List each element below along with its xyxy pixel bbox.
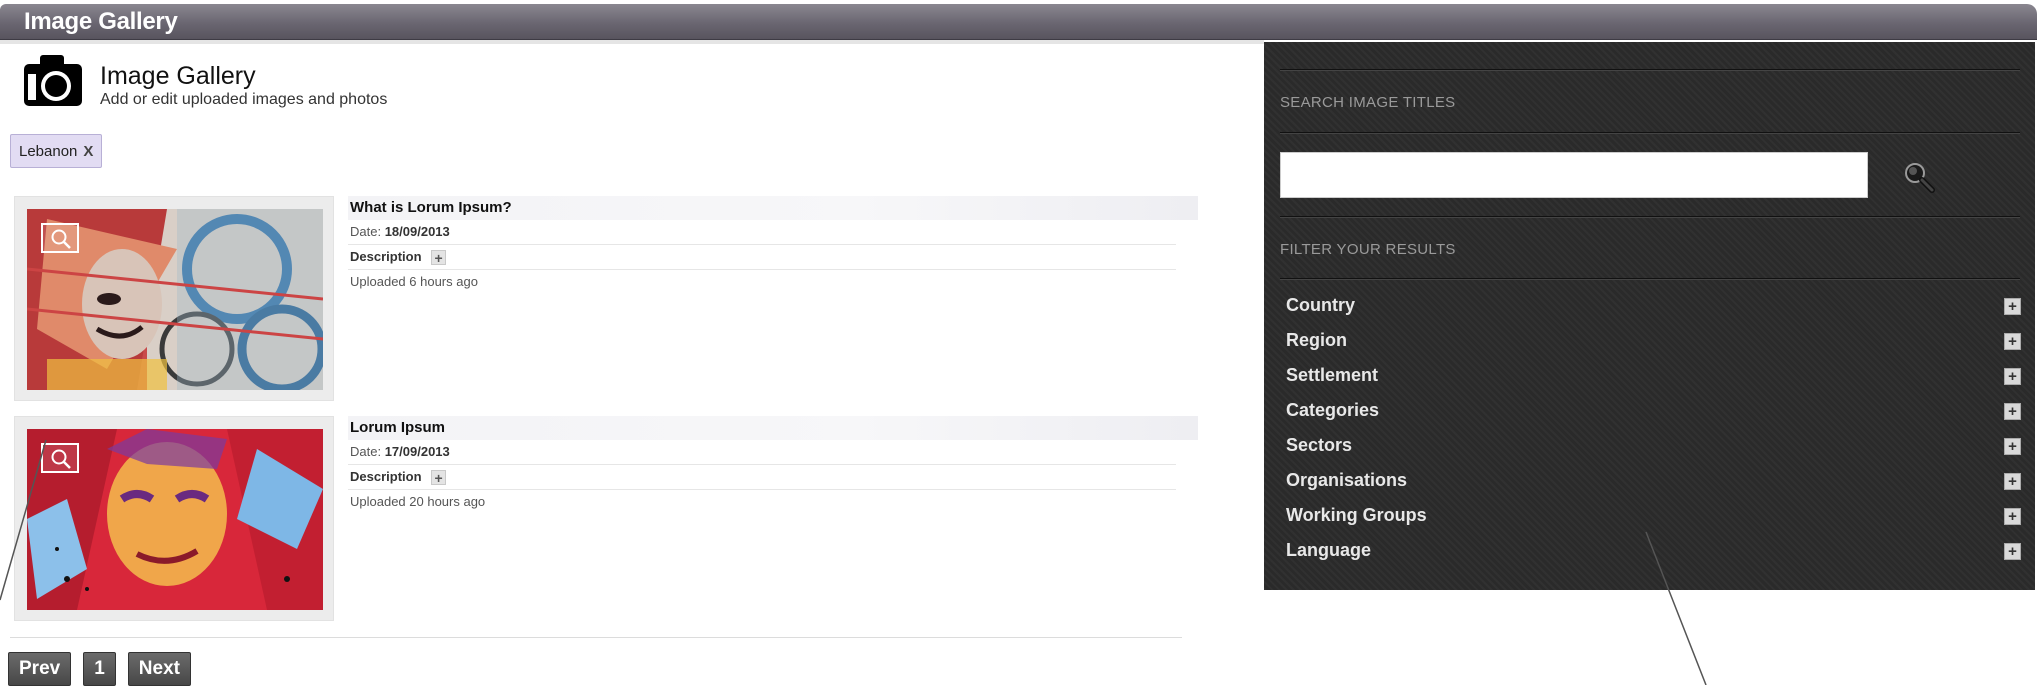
titlebar-shadow [0, 40, 1264, 44]
filter-item-language[interactable]: Language + [1264, 535, 2035, 570]
filter-label: Country [1286, 295, 1355, 315]
page-1-button[interactable]: 1 [83, 652, 116, 686]
filter-item-sectors[interactable]: Sectors + [1264, 430, 2035, 465]
filter-label: Region [1286, 330, 1347, 350]
item-date: 18/09/2013 [384, 224, 450, 239]
filter-item-working-groups[interactable]: Working Groups + [1264, 500, 2035, 535]
thumbnail-frame [14, 416, 334, 621]
magnifier-icon [51, 229, 71, 249]
item-uploaded: Uploaded 20 hours ago [350, 494, 486, 509]
description-label: Description [350, 469, 422, 484]
next-page-button[interactable]: Next [127, 652, 191, 686]
date-label: Date: [350, 444, 382, 459]
filter-label: Categories [1286, 400, 1380, 420]
expand-filter-button[interactable]: + [2004, 508, 2021, 525]
filter-list: Country + Region + Settlement + Categori… [1264, 290, 2035, 570]
filter-sidebar: SEARCH IMAGE TITLES FILTER YOUR RESULTS … [1264, 42, 2035, 590]
search-icon[interactable] [1900, 158, 1940, 198]
item-date-row: Date: 18/09/2013 [348, 220, 1176, 245]
expand-description-button[interactable]: + [431, 470, 447, 486]
expand-filter-button[interactable]: + [2004, 543, 2021, 560]
item-title[interactable]: Lorum Ipsum [348, 416, 1198, 440]
filter-label: Language [1286, 540, 1372, 560]
page-title: Image Gallery [100, 62, 256, 90]
sidebar-divider [1280, 216, 2020, 218]
expand-filter-button[interactable]: + [2004, 333, 2021, 350]
description-label: Description [350, 249, 422, 264]
expand-filter-button[interactable]: + [2004, 473, 2021, 490]
sidebar-divider [1280, 132, 2020, 134]
search-heading: SEARCH IMAGE TITLES [1280, 94, 1456, 111]
active-filter-label: Lebanon [19, 142, 78, 160]
filter-heading: FILTER YOUR RESULTS [1280, 241, 1456, 258]
item-info: What is Lorum Ipsum? Date: 18/09/2013 De… [348, 196, 1198, 294]
filter-item-settlement[interactable]: Settlement + [1264, 360, 2035, 395]
filter-label: Settlement [1286, 365, 1379, 385]
filter-item-region[interactable]: Region + [1264, 325, 2035, 360]
search-input[interactable] [1280, 152, 1868, 198]
remove-filter-button[interactable]: X [83, 143, 93, 160]
expand-filter-button[interactable]: + [2004, 438, 2021, 455]
filter-label: Sectors [1286, 435, 1353, 455]
item-uploaded: Uploaded 6 hours ago [350, 274, 478, 289]
filter-item-categories[interactable]: Categories + [1264, 395, 2035, 430]
zoom-button[interactable] [41, 223, 79, 253]
expand-description-button[interactable]: + [431, 250, 447, 266]
expand-filter-button[interactable]: + [2004, 298, 2021, 315]
sidebar-divider [1280, 69, 2020, 71]
filter-label: Working Groups [1286, 505, 1427, 525]
window-title: Image Gallery [24, 8, 178, 35]
active-filter-tag: Lebanon X [10, 134, 103, 168]
pagination: Prev 1 Next [8, 652, 191, 686]
filter-item-country[interactable]: Country + [1264, 290, 2035, 325]
thumbnail-image[interactable] [27, 209, 323, 390]
item-info: Lorum Ipsum Date: 17/09/2013 Description… [348, 416, 1198, 514]
prev-page-button[interactable]: Prev [8, 652, 72, 686]
camera-icon [22, 52, 84, 113]
item-description-row: Description + [348, 465, 1176, 490]
expand-filter-button[interactable]: + [2004, 403, 2021, 420]
list-divider [10, 637, 1182, 638]
item-date: 17/09/2013 [384, 444, 450, 459]
date-label: Date: [350, 224, 382, 239]
window-titlebar: Image Gallery [0, 4, 2037, 40]
magnifier-icon [51, 449, 71, 469]
thumbnail-image[interactable] [27, 429, 323, 610]
item-description-row: Description + [348, 245, 1176, 270]
sidebar-divider [1280, 278, 2020, 280]
expand-filter-button[interactable]: + [2004, 368, 2021, 385]
thumbnail-frame [14, 196, 334, 401]
item-date-row: Date: 17/09/2013 [348, 440, 1176, 465]
filter-item-organisations[interactable]: Organisations + [1264, 465, 2035, 500]
zoom-button[interactable] [41, 443, 79, 473]
filter-label: Organisations [1286, 470, 1408, 490]
page-subtitle: Add or edit uploaded images and photos [100, 91, 388, 108]
item-title[interactable]: What is Lorum Ipsum? [348, 196, 1198, 220]
